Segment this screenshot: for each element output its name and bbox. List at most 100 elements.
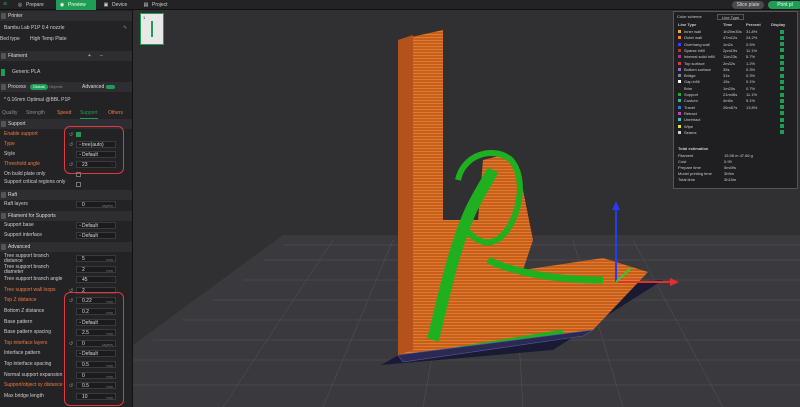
legend-name: Bottom surface — [684, 66, 711, 72]
legend-display-checkbox[interactable] — [780, 48, 784, 53]
legend-panel: Color scheme Line Type Line Type Time Pe… — [673, 11, 798, 189]
tab-others[interactable]: Others — [108, 108, 123, 118]
legend-display-checkbox[interactable] — [780, 35, 784, 40]
setting-select[interactable]: Default — [76, 232, 116, 239]
legend-display-checkbox[interactable] — [780, 111, 784, 116]
legend-row[interactable]: Travel 26m57s 13.8% — [674, 105, 799, 111]
process-preset[interactable]: * 0.16mm Optimal @BBL P1P — [0, 96, 132, 105]
legend-row[interactable]: Support 21m46s 11.1% — [674, 92, 799, 98]
legend-display-checkbox[interactable] — [780, 130, 784, 135]
setting-unit: ° — [111, 278, 113, 284]
legend-display-checkbox[interactable] — [780, 29, 784, 34]
filament-color-swatch[interactable] — [1, 69, 5, 76]
advanced-toggle[interactable] — [106, 85, 115, 89]
filament-section-header[interactable]: Filament + − — [0, 51, 132, 61]
tab-support[interactable]: Support — [80, 108, 98, 119]
setting-label: Style — [4, 151, 16, 157]
legend-row[interactable]: Internal solid infill 11m23s 5.7% — [674, 54, 799, 60]
setting-input[interactable]: 45 ° — [76, 276, 116, 284]
legend-display-checkbox[interactable] — [780, 61, 784, 65]
plate-thumbnail[interactable]: 1 — [140, 13, 164, 45]
setting-input[interactable]: 5 mm — [76, 255, 116, 262]
legend-display-checkbox[interactable] — [780, 124, 784, 128]
bed-type-select[interactable]: High Temp Plate — [30, 35, 67, 44]
slice-plate-button[interactable]: Slice plate — [732, 1, 764, 9]
tab-prepare[interactable]: ◎ Prepare — [14, 0, 54, 10]
setting-checkbox[interactable] — [76, 182, 81, 187]
setting-label: Base pattern spacing — [4, 329, 51, 336]
menu-icon[interactable]: ≡ — [1, 1, 9, 9]
filament-icon — [1, 53, 6, 59]
legend-name: Retract — [684, 110, 697, 116]
print-plate-button[interactable]: Print pl — [768, 1, 800, 9]
setting-value: 5 — [82, 256, 85, 262]
setting-label: Max bridge length — [4, 392, 44, 399]
legend-display-checkbox[interactable] — [780, 98, 784, 103]
setting-label: Support base — [4, 222, 34, 228]
setting-row: Tree support branch distance 5 mm — [0, 253, 132, 264]
legend-display-checkbox[interactable] — [780, 67, 784, 72]
legend-row[interactable]: Gap infill 15s 0.1% — [674, 79, 799, 85]
setting-label: Bottom Z distance — [4, 308, 45, 314]
legend-row[interactable]: Overhang wall 1m2s 0.5% — [674, 42, 799, 48]
tab-preview[interactable]: ◉ Preview — [56, 0, 96, 10]
printer-preset[interactable]: Bambu Lab P1P 0.4 nozzle ✎ — [0, 24, 132, 33]
setting-input[interactable]: 2 mm — [76, 265, 116, 273]
legend-percent: 1.2% — [746, 60, 756, 66]
tab-strength[interactable]: Strength — [26, 108, 45, 118]
legend-name: Bridge — [684, 73, 696, 79]
line-type-select[interactable]: Line Type — [717, 14, 745, 20]
setting-value: 45 — [82, 277, 88, 284]
legend-scheme-row: Color scheme Line Type — [677, 14, 796, 20]
legend-display-checkbox[interactable] — [780, 92, 784, 97]
legend-name: Internal solid infill — [684, 54, 715, 60]
legend-row[interactable]: Inner wall 1h20m30s 31.8% — [674, 29, 799, 35]
legend-row[interactable]: Wipe — [674, 124, 799, 130]
setting-input[interactable]: 0 layers — [76, 201, 116, 208]
edit-icon[interactable]: ✎ — [123, 24, 127, 33]
legend-display-checkbox[interactable] — [780, 86, 784, 91]
legend-row[interactable]: Unretract — [674, 117, 799, 123]
estimation-label: Prepare time — [678, 165, 701, 170]
legend-name: Brim — [684, 85, 693, 91]
legend-swatch — [678, 86, 681, 90]
legend-row[interactable]: Brim 1m20s 0.7% — [674, 86, 799, 92]
legend-display-checkbox[interactable] — [780, 42, 784, 47]
tab-speed[interactable]: Speed — [57, 108, 71, 118]
legend-row[interactable]: Retract — [674, 111, 799, 117]
legend-row[interactable]: Top surface 2m32s 1.2% — [674, 61, 799, 67]
setting-label: Support critical regions only — [4, 179, 66, 185]
estimation-label: Filament — [678, 153, 694, 158]
printer-icon — [1, 13, 6, 19]
legend-row[interactable]: Sparse infill 2pm19s 11.1% — [674, 48, 799, 54]
legend-row[interactable]: Outer wall 47m12s 24.2% — [674, 35, 799, 41]
legend-swatch — [678, 48, 681, 52]
tab-project[interactable]: ▤ Project — [140, 0, 180, 10]
process-icon — [1, 84, 6, 90]
tab-device[interactable]: ▣ Device — [100, 0, 136, 10]
filament-item[interactable]: Generic PLA — [0, 68, 132, 77]
objects-toggle[interactable]: Objects — [49, 82, 63, 92]
legend-display-checkbox[interactable] — [780, 79, 784, 84]
estimation-label: Cost — [678, 159, 687, 164]
legend-display-checkbox[interactable] — [780, 54, 784, 59]
legend-row[interactable]: Bridge 31s 0.3% — [674, 73, 799, 79]
plate-thumbnail-model — [151, 21, 153, 37]
setting-select[interactable]: Default — [76, 222, 116, 229]
global-toggle[interactable]: Global — [30, 84, 48, 90]
printer-section-header[interactable]: Printer — [0, 11, 132, 21]
legend-swatch — [678, 30, 681, 33]
setting-label: Normal support expansion — [4, 371, 63, 378]
legend-row[interactable]: Seams — [674, 130, 799, 136]
setting-label: Tree support branch distance — [4, 253, 49, 264]
legend-display-checkbox[interactable] — [780, 73, 784, 78]
legend-display-checkbox[interactable] — [780, 105, 784, 110]
legend-row[interactable]: Custom 4m5s 5.1% — [674, 98, 799, 104]
tab-quality[interactable]: Quality — [2, 108, 18, 118]
legend-row[interactable]: Bottom surface 35s 0.3% — [674, 67, 799, 73]
estimation-value: 3h15m — [724, 177, 737, 182]
advanced-section-header: Advanced — [0, 242, 132, 252]
legend-display-checkbox[interactable] — [780, 117, 784, 122]
add-filament-button[interactable]: + — [88, 51, 91, 61]
remove-filament-button[interactable]: − — [100, 51, 103, 61]
